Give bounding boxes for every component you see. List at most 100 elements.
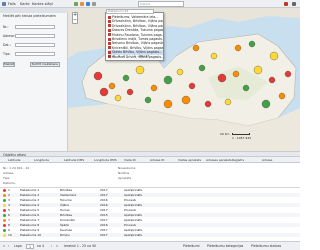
print-icon[interactable] [92, 2, 96, 6]
map-marker[interactable] [204, 100, 212, 108]
info-icon[interactable] [86, 2, 90, 6]
popup-search-input[interactable]: Pieteikumi 45 [106, 9, 154, 14]
map-marker[interactable] [261, 99, 271, 109]
table-row[interactable]: 2 Pieteikums 2 Valdemāra 2017 Apstiprināts [0, 193, 300, 198]
first-page-icon[interactable]: « [3, 244, 5, 249]
page-1-button[interactable]: 1 [108, 54, 110, 59]
column-header[interactable]: Latitude [8, 158, 20, 162]
column-header[interactable]: Longitude DMS [94, 158, 117, 162]
page-3-button[interactable]: 3 [118, 54, 120, 59]
map-marker[interactable] [210, 52, 218, 60]
table-row[interactable]: 5 Pieteikums 5 Tumes 2017 Procesā [0, 208, 300, 212]
map-marker[interactable] [269, 51, 279, 61]
map-marker[interactable] [126, 88, 134, 96]
next-page-icon[interactable]: › [51, 244, 52, 249]
map-marker[interactable] [176, 68, 184, 76]
column-header[interactable]: Latitude DMS [64, 158, 84, 162]
prev-page-icon[interactable]: ‹ [8, 244, 9, 249]
table-row[interactable]: 7 Pieteikums 7 Kniceniški 2017 Apstiprināts [0, 218, 300, 222]
map-marker[interactable] [232, 70, 240, 78]
map-marker[interactable] [242, 84, 250, 92]
map-marker[interactable] [122, 74, 130, 82]
map-marker[interactable] [114, 94, 122, 102]
map-marker[interactable] [217, 73, 227, 83]
map-marker[interactable] [278, 92, 286, 100]
cell-c2: Pieteikums 6 [20, 213, 40, 217]
cell-id: 4 [8, 203, 10, 207]
map-marker[interactable] [108, 82, 116, 90]
map-marker[interactable] [192, 44, 200, 52]
zoom-control[interactable]: + − [72, 12, 78, 24]
map-marker[interactable] [284, 70, 292, 78]
status-dot-icon [3, 233, 6, 237]
table-row[interactable]: 10 Pieteikums 10 Drīvku 2017 Apstiprināts [0, 233, 300, 238]
map-marker[interactable] [234, 44, 242, 52]
tab-applications[interactable]: Pieteikumi [183, 244, 200, 249]
cell-id: 6 [8, 213, 10, 217]
table-row[interactable]: 1 Pieteikums 1 Brīvības 2017 Apstiprināts [0, 188, 300, 192]
marker-icon [108, 46, 111, 50]
page-4-button[interactable]: 4 [123, 54, 125, 59]
detail-label-type: Tips: [3, 176, 11, 180]
toolbar-search-input[interactable]: Meklēt [138, 1, 184, 7]
map-marker[interactable] [224, 98, 232, 106]
column-header[interactable]: Vietas apraksts [178, 158, 201, 162]
user-icon[interactable] [292, 2, 296, 6]
page-2-button[interactable]: 2 [113, 54, 115, 59]
map-view[interactable]: + − Pieteikums, Valdemāra iela... Drīvzal… [68, 8, 300, 151]
last-page-icon[interactable]: » [56, 244, 58, 249]
cell-status-color [3, 213, 6, 217]
map-marker[interactable] [163, 75, 173, 85]
map-marker[interactable] [253, 65, 263, 75]
date-input[interactable] [15, 43, 55, 47]
close-icon[interactable] [284, 2, 288, 6]
status-dot-icon [3, 193, 6, 197]
column-header[interactable]: Adreses apraksts [206, 158, 232, 162]
cell-c4: 2016 [100, 203, 108, 207]
tab-status[interactable]: Pieteikumu statuss [251, 244, 281, 249]
column-header[interactable]: Adrese [262, 158, 272, 162]
table-row[interactable]: 3 Pieteikums 3 Tukuma 2016 Procesā [0, 198, 300, 202]
cell-c2: Pieteikums 8 [20, 223, 40, 227]
tab-categories[interactable]: Pieteikumu kategorijas [207, 244, 243, 249]
map-marker[interactable] [163, 99, 173, 109]
type-select[interactable] [15, 52, 55, 56]
popup-item-label: Drīvzalstinn, Brīvības, Viļāns pagasts..… [112, 19, 163, 24]
number-input[interactable] [15, 25, 55, 29]
address-input[interactable] [15, 34, 55, 38]
column-header[interactable]: Reģistrs [232, 158, 244, 162]
table-row[interactable]: 6 Pieteikums 6 Brīvības 2015 Apstiprināts [0, 213, 300, 218]
map-marker[interactable] [181, 95, 191, 105]
label-number: Nr.: [3, 25, 9, 29]
table-row[interactable]: 8 Pieteikums 8 Šķēdu 2016 Procesā [0, 223, 300, 228]
table-row[interactable]: 4 Pieteikums 4 Viļāns 2016 Apstiprināts [0, 203, 300, 208]
column-header[interactable]: Adrese ID [150, 158, 164, 162]
map-marker[interactable] [198, 64, 206, 72]
page-input[interactable]: 1 [26, 244, 34, 249]
cell-c4: 2015 [100, 213, 108, 217]
map-marker[interactable] [93, 71, 103, 81]
results-table: 1 Pieteikums 1 Brīvības 2017 Apstiprināts 2 Pi… [0, 188, 300, 240]
map-marker[interactable] [268, 76, 276, 84]
cell-status: Apstiprināts [124, 203, 142, 207]
search-button[interactable]: Meklēt [3, 62, 15, 67]
measure-icon[interactable] [80, 2, 84, 6]
menu-layers[interactable]: Kartes slāņi [32, 1, 53, 7]
column-header[interactable]: Vieta ID [124, 158, 136, 162]
marker-icon [108, 41, 111, 45]
table-row[interactable]: 9 Pieteikums 9 Kaumas 2017 Apstiprināts [0, 228, 300, 232]
map-marker[interactable] [248, 40, 256, 48]
map-marker[interactable] [135, 65, 145, 75]
column-header[interactable]: Longitude [34, 158, 49, 162]
clear-search-button[interactable]: Notīrīt meklēšanu [30, 62, 60, 67]
map-marker[interactable] [150, 84, 158, 92]
cell-status: Apstiprināts [124, 228, 142, 232]
map-marker[interactable] [188, 82, 196, 90]
menu-file[interactable]: Fails [8, 1, 16, 7]
zoom-out-button[interactable]: − [73, 18, 77, 23]
status-dot-icon [3, 228, 6, 232]
map-marker[interactable] [144, 96, 152, 104]
map-marker[interactable] [99, 87, 109, 97]
menu-map[interactable]: Karte [20, 1, 30, 7]
layers-icon[interactable] [74, 2, 78, 6]
